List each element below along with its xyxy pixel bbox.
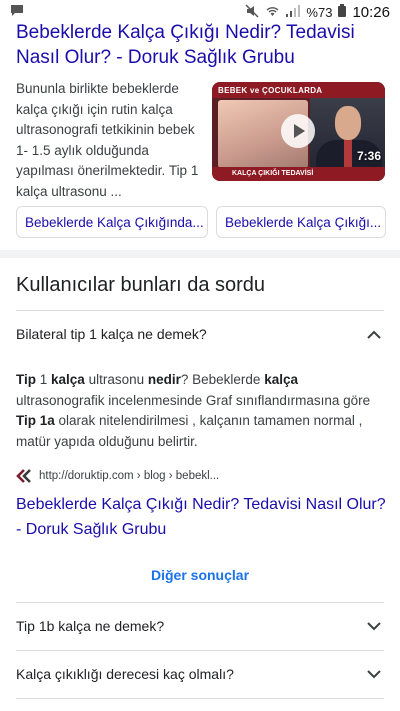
answer-part: Tip <box>16 372 36 387</box>
video-duration: 7:36 <box>356 149 381 163</box>
message-notification-icon <box>10 4 24 20</box>
result-snippet: Bununla birlikte bebeklerde kalça çıkığı… <box>16 81 199 199</box>
question-label: Kalça çıkıklığı derecesi kaç olmalı? <box>16 666 234 682</box>
section-divider <box>0 250 400 258</box>
answer-part: kalça <box>51 372 85 387</box>
thumbnail-doctor-tie <box>344 140 352 168</box>
question-label: Bilateral tip 1 kalça ne demek? <box>16 326 207 342</box>
answer-part: ? Bebeklerde <box>180 372 265 387</box>
answer-part: olarak nitelendirilmesi , kalçanın tamam… <box>16 413 363 449</box>
thumbnail-caption-text: KALÇA ÇIKIĞI TEDAVİSİ <box>212 167 385 181</box>
battery-percent: %73 <box>306 4 333 20</box>
mute-icon <box>245 3 259 21</box>
video-thumbnail[interactable]: BEBEK ve ÇOCUKLARDA KALÇA ÇIKIĞI TEDAVİS… <box>212 82 385 181</box>
paa-question-expanded[interactable]: Bilateral tip 1 kalça ne demek? <box>16 311 384 357</box>
paa-question[interactable]: Kalça çıkıklığı derecesi kaç olmalı? <box>16 651 384 697</box>
source-url: http://doruktip.com › blog › bebekl... <box>39 470 220 482</box>
answer-part: 1 <box>36 372 52 387</box>
wifi-icon <box>265 4 280 20</box>
play-icon[interactable] <box>281 114 315 148</box>
related-chips: Bebeklerde Kalça Çıkığında... Bebeklerde… <box>16 206 386 238</box>
related-chip-1[interactable]: Bebeklerde Kalça Çıkığında... <box>16 206 208 238</box>
paa-answer: Tip 1 kalça ultrasonu nedir? Bebeklerde … <box>16 370 386 452</box>
battery-icon <box>338 4 347 20</box>
chevron-down-icon[interactable] <box>364 664 384 684</box>
answer-part: nedir <box>147 372 181 387</box>
paa-question[interactable]: Tip 1b kalça ne demek? <box>16 603 384 649</box>
answer-part: kalça <box>264 372 298 387</box>
site-favicon-icon <box>16 469 32 483</box>
more-results-button[interactable]: Diğer sonuçlar <box>0 567 400 583</box>
related-chip-2[interactable]: Bebeklerde Kalça Çıkığı... <box>216 206 386 238</box>
chevron-down-icon[interactable] <box>364 616 384 636</box>
chevron-up-icon[interactable] <box>364 324 384 344</box>
thumbnail-banner-text: BEBEK ve ÇOCUKLARDA <box>212 82 385 98</box>
clock: 10:26 <box>352 3 390 21</box>
answer-part: Tip 1a <box>16 413 55 428</box>
thumbnail-doctor-face <box>335 106 361 140</box>
answer-source[interactable]: http://doruktip.com › blog › bebekl... <box>16 469 219 483</box>
question-label: Tip 1b kalça ne demek? <box>16 618 165 634</box>
paa-heading: Kullanıcılar bunları da sordu <box>16 274 266 296</box>
answer-title-link[interactable]: Bebeklerde Kalça Çıkığı Nedir? Tedavisi … <box>16 492 386 542</box>
answer-part: ultrasonu <box>84 372 148 387</box>
answer-part: ultrasonografik incelenmesinde Graf sını… <box>16 392 371 408</box>
signal-icon <box>286 4 301 20</box>
divider <box>16 698 384 699</box>
result-title-link[interactable]: Bebeklerde Kalça Çıkığı Nedir? Tedavisi … <box>16 20 384 70</box>
